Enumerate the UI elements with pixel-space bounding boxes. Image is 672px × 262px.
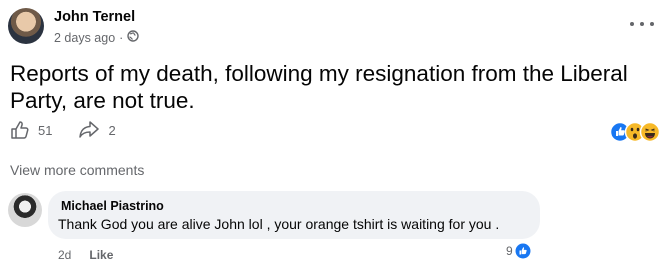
comment-reaction-count: 9 [506,244,513,258]
view-more-comments-link[interactable]: View more comments [10,162,144,178]
commenter-name[interactable]: Michael Piastrino [61,199,164,213]
like-reaction-icon [515,243,531,259]
post-time[interactable]: 2 days ago [54,31,115,45]
commenter-avatar[interactable] [8,193,42,227]
comment-like-button[interactable]: Like [89,248,113,262]
comment-footer: 2d Like [58,248,113,262]
post-text: Reports of my death, following my resign… [10,61,628,113]
share-count: 2 [108,122,116,138]
share-arrow-icon [79,121,100,138]
globe-icon[interactable] [127,30,140,45]
meta-separator: · [119,30,124,45]
post-actions: 51 2 [10,120,116,140]
comment-reactions[interactable]: 9 [506,243,531,259]
author-name[interactable]: John Ternel [54,9,135,25]
comment-text: Thank God you are alive John lol , your … [58,216,500,232]
like-count: 51 [38,122,53,138]
like-button[interactable]: 51 [10,120,52,140]
share-button[interactable]: 2 [78,120,116,140]
author-avatar[interactable] [8,8,44,44]
comment-age[interactable]: 2d [58,248,71,262]
reaction-summary[interactable] [609,120,662,144]
thumbs-up-icon [11,121,29,139]
post-meta: 2 days ago · [54,30,140,45]
more-options-icon[interactable] [630,16,654,32]
haha-reaction-icon [639,121,661,143]
